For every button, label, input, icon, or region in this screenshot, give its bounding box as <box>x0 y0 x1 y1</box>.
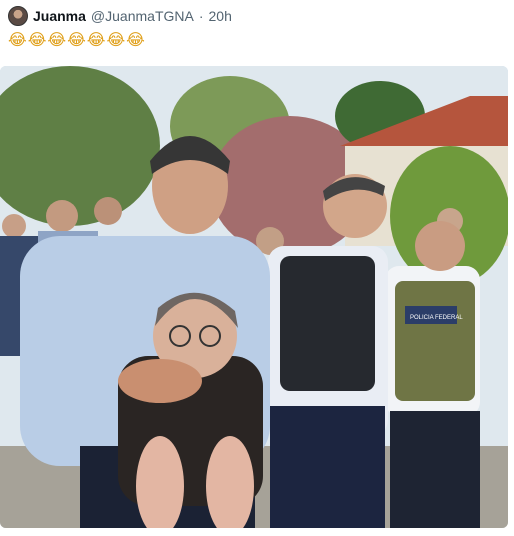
tweet-header: Juanma @JuanmaTGNA · 20h <box>8 6 232 26</box>
author-avatar[interactable] <box>8 6 28 26</box>
author-handle[interactable]: @JuanmaTGNA <box>91 8 194 24</box>
author-name[interactable]: Juanma <box>33 8 86 24</box>
tweet-photo[interactable]: POLICIA FEDERAL <box>0 66 508 528</box>
tweet-text: 😂😂😂😂😂😂😂 <box>8 30 146 49</box>
separator-dot: · <box>198 8 204 24</box>
tweet-card[interactable]: Juanma @JuanmaTGNA · 20h 😂😂😂😂😂😂😂 POLICIA… <box>0 0 514 536</box>
vest-patch-text: POLICIA FEDERAL <box>410 315 463 321</box>
photo-illustration: POLICIA FEDERAL <box>0 66 508 528</box>
timestamp[interactable]: 20h <box>209 8 232 24</box>
